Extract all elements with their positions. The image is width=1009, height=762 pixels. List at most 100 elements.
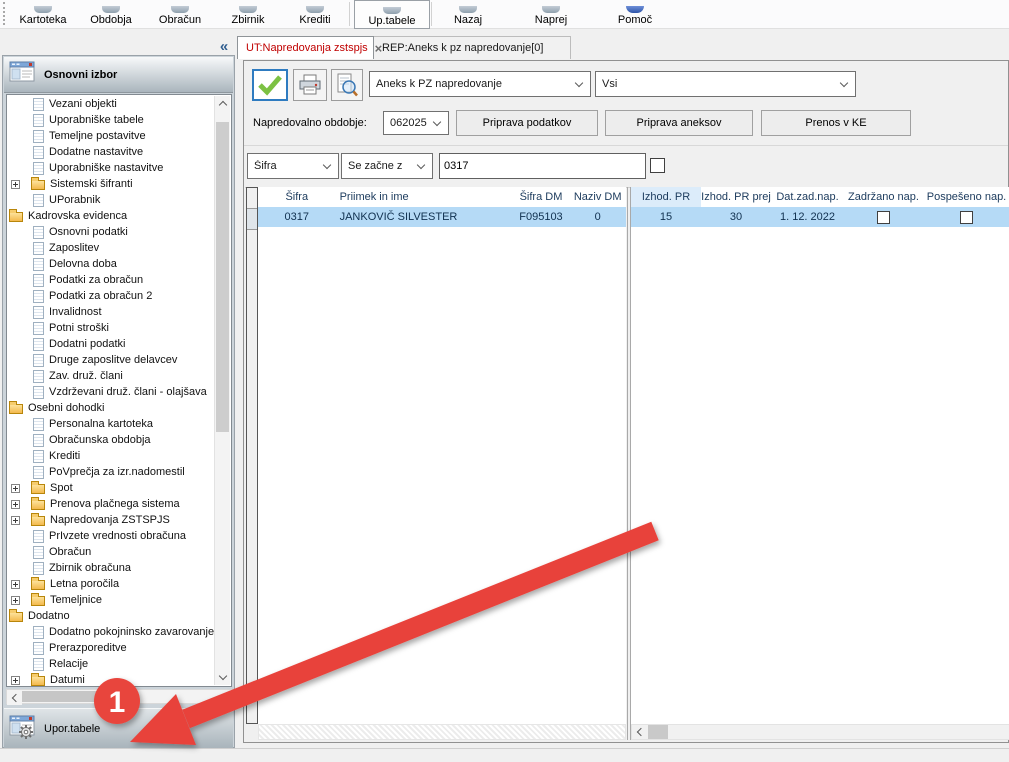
tab-ut-napredovanja[interactable]: UT:Napredovanja zstspjs × — [237, 36, 382, 59]
print-button[interactable] — [293, 69, 327, 101]
toolbar-item-krediti[interactable]: Krediti — [281, 0, 349, 27]
grid-cell[interactable]: 1. 12. 2022 — [771, 207, 844, 227]
priprava-podatkov-button[interactable]: Priprava podatkov — [456, 110, 598, 136]
scrollbar-thumb[interactable] — [22, 691, 124, 702]
tree-item[interactable]: Delovna doba — [7, 256, 215, 272]
tree-item[interactable]: Zaposlitev — [7, 240, 215, 256]
scroll-down-button[interactable] — [215, 670, 230, 685]
tree-item[interactable]: Letna poročila — [7, 576, 215, 592]
confirm-button[interactable] — [252, 69, 288, 101]
grid-column-header[interactable]: Izhod. PR prej — [701, 187, 771, 207]
grid-column-header[interactable]: Šifra — [258, 187, 336, 207]
tree-item[interactable]: Obračun — [7, 544, 215, 560]
tree-item[interactable]: Vzdrževani druž. člani - olajšava — [7, 384, 215, 400]
grid-column-header[interactable]: Šifra DM — [512, 187, 570, 207]
filter-field-select[interactable]: Šifra — [247, 153, 339, 179]
scroll-right-button[interactable] — [216, 690, 231, 705]
tree-item[interactable]: Podatki za obračun — [7, 272, 215, 288]
tree-item[interactable]: Osnovni podatki — [7, 224, 215, 240]
tree-vertical-scrollbar[interactable] — [214, 96, 230, 685]
tree-item[interactable]: Dodatno pokojninsko zavarovanje — [7, 624, 215, 640]
grid-cell[interactable]: 30 — [701, 207, 771, 227]
expand-plus-icon[interactable] — [11, 515, 20, 525]
row-checkbox[interactable] — [960, 210, 973, 224]
grid-column-header[interactable]: Pospešeno nap. — [923, 187, 1009, 207]
row-checkbox[interactable] — [877, 210, 890, 224]
tree-item[interactable]: UPorabnik — [7, 192, 215, 208]
filter-operator-select[interactable]: Se začne z — [341, 153, 433, 179]
tree-item[interactable]: Osebni dohodki — [7, 400, 215, 416]
scrollbar-thumb[interactable] — [648, 725, 668, 739]
toolbar-item-naprej[interactable]: Naprej — [517, 0, 585, 27]
tree-item[interactable]: Temeljnice — [7, 592, 215, 608]
tree-item[interactable]: Vezani objekti — [7, 96, 215, 112]
grid-cell[interactable] — [923, 207, 1009, 227]
scope-select[interactable]: Vsi — [595, 71, 856, 97]
tree-item[interactable]: Potni stroški — [7, 320, 215, 336]
tree-item[interactable]: PoVprečja za izr.nadomestil — [7, 464, 215, 480]
toolbar-item-obra-un[interactable]: Obračun — [146, 0, 214, 27]
grid-column-header[interactable]: Zadržano nap. — [844, 187, 923, 207]
tree-item[interactable]: Uporabniške tabele — [7, 112, 215, 128]
tree-item[interactable]: Dodatne nastavitve — [7, 144, 215, 160]
tree-item[interactable]: Prenova plačnega sistema — [7, 496, 215, 512]
tree-item[interactable]: Druge zaposlitve delavcev — [7, 352, 215, 368]
grid-row[interactable]: 0317 JANKOVIČ SILVESTER F095103 0 — [258, 207, 626, 227]
grid-cell[interactable]: 0317 — [258, 207, 336, 227]
tree-item[interactable]: Zbirnik obračuna — [7, 560, 215, 576]
tree-item[interactable]: Temeljne postavitve — [7, 128, 215, 144]
expand-plus-icon[interactable] — [11, 579, 20, 589]
report-select[interactable]: Aneks k PZ napredovanje — [369, 71, 591, 97]
tree-item[interactable]: Napredovanja ZSTSPJS — [7, 512, 215, 528]
tree-item[interactable]: Obračunska obdobja — [7, 432, 215, 448]
grid-column-header[interactable]: Naziv DM — [569, 187, 626, 207]
grid-row-selector-column[interactable] — [246, 187, 258, 724]
filter-value-input[interactable] — [439, 153, 646, 179]
period-select[interactable]: 062025 — [383, 111, 449, 135]
tree-item[interactable]: Invalidnost — [7, 304, 215, 320]
tree-item[interactable]: Zav. druž. člani — [7, 368, 215, 384]
grid-column-header[interactable]: Izhod. PR — [631, 187, 701, 207]
toolbar-item-kartoteka[interactable]: Kartoteka — [9, 0, 77, 27]
tab-rep-aneks[interactable]: REP:Aneks k pz napredovanje[0] — [374, 36, 571, 59]
scroll-up-button[interactable] — [215, 96, 230, 111]
expand-plus-icon[interactable] — [11, 499, 20, 509]
close-icon[interactable]: × — [375, 42, 383, 55]
tree-horizontal-scrollbar[interactable] — [6, 689, 232, 705]
sidebar-collapse-button[interactable]: « — [213, 39, 235, 56]
tree-item[interactable]: Uporabniške nastavitve — [7, 160, 215, 176]
tree-item[interactable]: Relacije — [7, 656, 215, 672]
tree-item[interactable]: Krediti — [7, 448, 215, 464]
expand-plus-icon[interactable] — [11, 595, 20, 605]
toolbar-item-pomo-[interactable]: Pomoč — [601, 0, 669, 27]
tree-item[interactable]: Podatki za obračun 2 — [7, 288, 215, 304]
toolbar-item-obdobja[interactable]: Obdobja — [77, 0, 145, 27]
sidebar-item-upor-tabele[interactable]: Upor.tabele — [4, 708, 233, 748]
tree-item[interactable]: Sistemski šifranti — [7, 176, 215, 192]
scroll-left-button[interactable] — [7, 690, 22, 705]
expand-plus-icon[interactable] — [11, 179, 20, 189]
tree-item[interactable]: Datumi — [7, 672, 215, 686]
prenos-v-ke-button[interactable]: Prenos v KE — [761, 110, 911, 136]
toolbar-item-up-tabele[interactable]: Up.tabele — [354, 0, 430, 29]
toolbar-item-nazaj[interactable]: Nazaj — [434, 0, 502, 27]
toolbar-item-zbirnik[interactable]: Zbirnik — [214, 0, 282, 27]
grid-row[interactable]: 15 30 1. 12. 2022 — [631, 207, 1009, 227]
priprava-aneksov-button[interactable]: Priprava aneksov — [605, 110, 753, 136]
grid-cell[interactable]: F095103 — [513, 207, 570, 227]
scrollbar-thumb[interactable] — [216, 122, 229, 432]
scroll-left-button[interactable] — [632, 725, 648, 739]
grid-column-header[interactable]: Dat.zad.nap. — [771, 187, 844, 207]
tree-item[interactable]: Dodatni podatki — [7, 336, 215, 352]
tree-item[interactable]: Kadrovska evidenca — [7, 208, 215, 224]
toolbar-drag-handle[interactable] — [3, 2, 5, 25]
grid-cell[interactable]: 0 — [569, 207, 626, 227]
grid-column-header[interactable]: Priimek in ime — [335, 187, 513, 207]
tree-item[interactable]: Dodatno — [7, 608, 215, 624]
expand-plus-icon[interactable] — [11, 675, 20, 685]
tree-item[interactable]: Prerazporeditve — [7, 640, 215, 656]
tree-item[interactable]: Spot — [7, 480, 215, 496]
tree-item[interactable]: PrIvzete vrednosti obračuna — [7, 528, 215, 544]
tree-item[interactable]: Personalna kartoteka — [7, 416, 215, 432]
grid-cell[interactable]: JANKOVIČ SILVESTER — [336, 207, 513, 227]
